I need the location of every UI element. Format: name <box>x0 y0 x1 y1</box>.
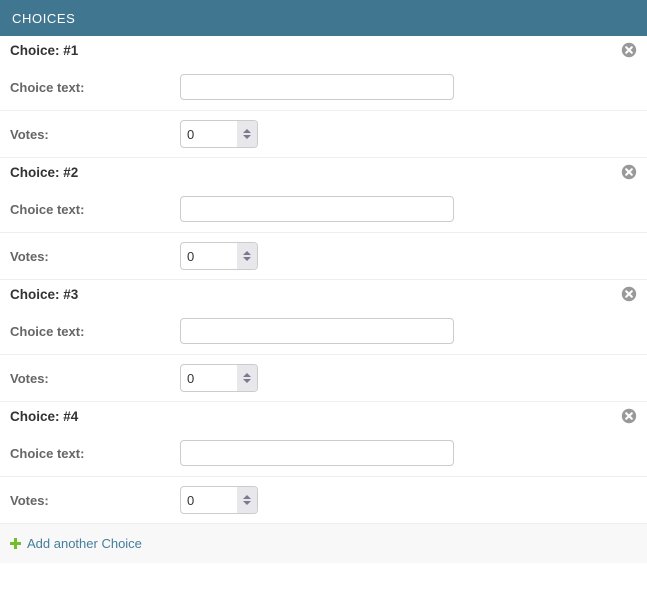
inline-heading: Choice: #2 <box>0 158 647 186</box>
votes-input[interactable] <box>181 487 237 513</box>
choice-text-label: Choice text: <box>10 80 180 95</box>
spinner-down-arrow-icon[interactable] <box>243 257 251 261</box>
form-row-choice-text: Choice text: <box>0 186 647 232</box>
choice-text-input[interactable] <box>180 440 454 466</box>
add-another-row: Add another Choice <box>0 523 647 563</box>
form-row-choice-text: Choice text: <box>0 430 647 476</box>
inline-related-block: Choice: #1 Choice text: Votes: <box>0 36 647 157</box>
votes-label: Votes: <box>10 371 180 386</box>
form-row-votes: Votes: <box>0 110 647 157</box>
inline-list: Choice: #1Choice text:Votes:Choice: #2Ch… <box>0 36 647 523</box>
delete-circle-x-icon[interactable] <box>621 164 637 180</box>
spinner-up-arrow-icon[interactable] <box>243 251 251 255</box>
votes-input[interactable] <box>181 121 237 147</box>
form-row-votes: Votes: <box>0 354 647 401</box>
spinner-down-arrow-icon[interactable] <box>243 501 251 505</box>
votes-spinner[interactable] <box>237 243 257 269</box>
inline-heading: Choice: #3 <box>0 280 647 308</box>
inline-related-block: Choice: #2 Choice text: Votes: <box>0 157 647 279</box>
add-another-choice-label: Add another Choice <box>27 536 142 551</box>
inline-heading-label: Choice: #1 <box>10 43 78 58</box>
choice-text-label: Choice text: <box>10 324 180 339</box>
choices-inline-group: CHOICES Choice: #1Choice text:Votes:Choi… <box>0 0 647 606</box>
choice-text-input[interactable] <box>180 196 454 222</box>
choice-text-input[interactable] <box>180 318 454 344</box>
form-row-choice-text: Choice text: <box>0 308 647 354</box>
delete-circle-x-icon[interactable] <box>621 408 637 424</box>
votes-stepper <box>180 242 258 270</box>
inline-heading: Choice: #4 <box>0 402 647 430</box>
votes-spinner[interactable] <box>237 487 257 513</box>
page-title: CHOICES <box>12 11 75 26</box>
votes-stepper <box>180 486 258 514</box>
form-row-votes: Votes: <box>0 476 647 523</box>
inline-related-block: Choice: #3 Choice text: Votes: <box>0 279 647 401</box>
spinner-up-arrow-icon[interactable] <box>243 495 251 499</box>
votes-input[interactable] <box>181 365 237 391</box>
choice-text-label: Choice text: <box>10 202 180 217</box>
form-row-votes: Votes: <box>0 232 647 279</box>
inline-related-block: Choice: #4 Choice text: Votes: <box>0 401 647 523</box>
form-row-choice-text: Choice text: <box>0 64 647 110</box>
votes-label: Votes: <box>10 493 180 508</box>
spinner-down-arrow-icon[interactable] <box>243 135 251 139</box>
plus-icon <box>10 538 21 549</box>
votes-spinner[interactable] <box>237 365 257 391</box>
delete-circle-x-icon[interactable] <box>621 286 637 302</box>
inline-heading-label: Choice: #4 <box>10 409 78 424</box>
choice-text-label: Choice text: <box>10 446 180 461</box>
spinner-up-arrow-icon[interactable] <box>243 373 251 377</box>
choices-module-header: CHOICES <box>0 0 647 36</box>
votes-spinner[interactable] <box>237 121 257 147</box>
add-another-choice-link[interactable]: Add another Choice <box>10 536 142 551</box>
votes-stepper <box>180 120 258 148</box>
votes-input[interactable] <box>181 243 237 269</box>
votes-stepper <box>180 364 258 392</box>
inline-heading-label: Choice: #2 <box>10 165 78 180</box>
spinner-down-arrow-icon[interactable] <box>243 379 251 383</box>
spinner-up-arrow-icon[interactable] <box>243 129 251 133</box>
delete-circle-x-icon[interactable] <box>621 42 637 58</box>
votes-label: Votes: <box>10 249 180 264</box>
choice-text-input[interactable] <box>180 74 454 100</box>
inline-heading: Choice: #1 <box>0 36 647 64</box>
votes-label: Votes: <box>10 127 180 142</box>
inline-heading-label: Choice: #3 <box>10 287 78 302</box>
